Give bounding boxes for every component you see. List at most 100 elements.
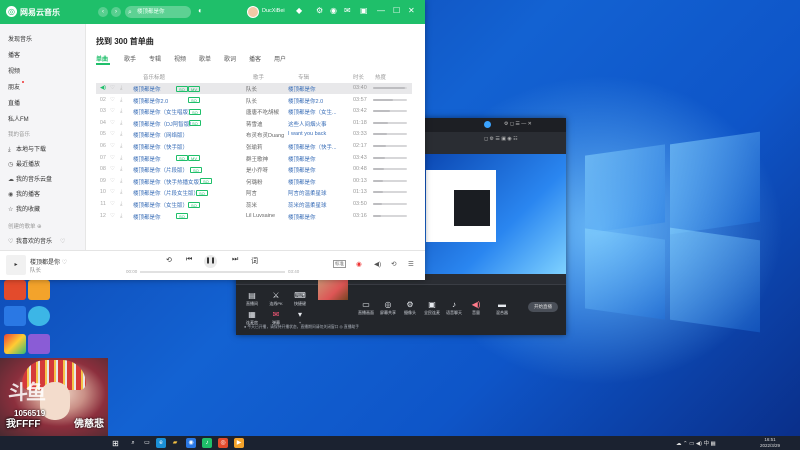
sidebar-item-local[interactable]: ⤓ 本地与下载 — [8, 144, 46, 154]
song-title[interactable]: 楼顶都是你（女生唱版） — [133, 108, 194, 116]
song-title[interactable]: 楼顶都是你2.0 — [133, 97, 168, 105]
quality-tag[interactable]: MV — [188, 85, 200, 92]
sidebar-item-friends[interactable]: 朋友 — [8, 82, 20, 91]
download-icon[interactable]: ⤓ — [120, 213, 122, 220]
tab-videos[interactable]: 视频 — [174, 54, 186, 63]
table-row[interactable]: 05 ♡ ⤓ 楼顶都是你（网络版） 布灵布灵Duang I want you back 03… — [96, 129, 412, 140]
download-icon[interactable]: ⤓ — [120, 178, 122, 185]
now-playing-title[interactable]: 楼顶都是你 ♡ — [30, 257, 67, 266]
mini-mode-icon[interactable]: ▣ — [360, 6, 368, 15]
close-icon[interactable]: ✕ — [408, 6, 415, 15]
go-live-button[interactable]: 开始直播 — [528, 302, 558, 312]
like-icon[interactable]: ♡ — [110, 85, 115, 91]
voice-chat-button[interactable]: ♪ 语音聊天 — [442, 300, 466, 316]
song-title[interactable]: 楼顶都是你（网络版） — [133, 131, 188, 139]
like-icon[interactable]: ♡ — [110, 97, 115, 103]
prev-icon[interactable]: ⏮ — [186, 256, 192, 264]
taskbar-stream-icon[interactable]: ▶ — [234, 438, 244, 448]
download-icon[interactable]: ⤓ — [120, 143, 122, 150]
table-row[interactable]: 03 ♡ ⤓ 楼顶都是你（女生唱版） SQ 唐唐不吃胡椒 楼顶都是你（女生... 03:42 — [96, 106, 412, 117]
tab-playlists[interactable]: 歌单 — [199, 54, 211, 63]
taskbar-search-icon[interactable]: ⌕ — [128, 438, 138, 448]
tab-users[interactable]: 用户 — [274, 54, 286, 63]
song-album[interactable]: 蕊米的温柔星球 — [288, 201, 327, 209]
desktop-shortcut-icon[interactable] — [4, 334, 26, 354]
desktop-shortcut-icon[interactable] — [28, 334, 50, 354]
song-artist[interactable]: 队长 — [246, 97, 257, 105]
like-icon[interactable]: ♡ — [110, 166, 115, 172]
table-row[interactable]: 04 ♡ ⤓ 楼顶都是你（DJ阿智版） SQ 蒋雪迪 这些人间烟火事 01:18 — [96, 118, 412, 129]
song-artist[interactable]: 蕊米 — [246, 201, 257, 209]
next-icon[interactable]: ⏭ — [232, 256, 238, 264]
desktop-shortcut-icon[interactable] — [28, 280, 50, 300]
scene-button[interactable]: ▭ 直播画面 — [354, 300, 378, 316]
col-title[interactable]: 音乐标题 — [143, 73, 165, 81]
download-icon[interactable]: ⤓ — [120, 120, 122, 127]
sidebar-item-my-podcast[interactable]: ◉ 我的播客 — [8, 189, 40, 198]
sidebar-item-fm[interactable]: 私人FM — [8, 114, 29, 123]
like-icon[interactable]: ♡ — [110, 178, 115, 184]
download-icon[interactable]: ⤓ — [120, 97, 122, 104]
download-icon[interactable]: ⤓ — [120, 85, 122, 92]
song-album[interactable]: 楼顶都是你 — [288, 166, 316, 174]
download-icon[interactable]: ⤓ — [120, 189, 122, 196]
pk-button[interactable]: ⚔ 连线PK — [264, 291, 288, 307]
tab-lyrics[interactable]: 歌词 — [224, 54, 236, 63]
screen-share-button[interactable]: ◎ 屏幕共享 — [376, 300, 400, 316]
song-album[interactable]: 楼顶都是你 — [288, 155, 316, 163]
song-album[interactable]: 楼顶都是你（快手... — [288, 143, 337, 151]
settings-icon[interactable]: ⚙ — [316, 6, 323, 15]
like-icon[interactable]: ♡ — [110, 131, 115, 137]
song-title[interactable]: 楼顶都是你 — [133, 85, 161, 93]
song-title[interactable]: 楼顶都是你（快手热播女版） — [133, 178, 205, 186]
download-icon[interactable]: ⤓ — [120, 201, 122, 208]
skin-icon[interactable]: ◉ — [330, 6, 337, 15]
maximize-icon[interactable]: ☐ — [393, 6, 400, 15]
mail-icon[interactable]: ✉ — [344, 6, 351, 15]
col-artist[interactable]: 歌手 — [253, 73, 264, 81]
search-input[interactable]: ⌕ 楼顶都是你 — [125, 6, 191, 18]
taskbar-folder-icon[interactable]: ▰ — [170, 438, 180, 448]
song-title[interactable]: 楼顶都是你（片段版） — [133, 166, 188, 174]
col-duration[interactable]: 时长 — [353, 73, 364, 81]
song-album[interactable]: 阿言的温柔星球 — [288, 189, 327, 197]
tab-songs[interactable]: 单曲 — [96, 54, 108, 63]
taskbar-app-icon[interactable]: ♪ — [202, 438, 212, 448]
quality-tag[interactable]: MV — [188, 155, 200, 162]
username[interactable]: DucXiBei — [262, 8, 285, 14]
sidebar-item-live[interactable]: 直播 — [8, 98, 20, 107]
progress-bar[interactable] — [140, 271, 285, 273]
song-artist[interactable]: 布灵布灵Duang — [246, 131, 284, 139]
download-icon[interactable]: ⤓ — [120, 108, 122, 115]
song-artist[interactable]: 队长 — [246, 85, 257, 93]
user-avatar[interactable] — [247, 6, 259, 18]
download-icon[interactable]: ⤓ — [120, 155, 122, 162]
song-artist[interactable]: 群王歌神 — [246, 155, 268, 163]
song-title[interactable]: 楼顶都是你（片段女生版） — [133, 189, 199, 197]
lyrics-icon[interactable]: 词 — [251, 256, 258, 266]
tab-artists[interactable]: 歌手 — [124, 54, 136, 63]
add-playlist-icon[interactable]: ⊕ — [37, 224, 42, 230]
like-icon[interactable]: ♡ — [110, 120, 115, 126]
sidebar-item-liked[interactable]: ♡ 我喜欢的音乐 ♡ — [8, 236, 65, 245]
taskbar-edge-icon[interactable]: e — [156, 438, 166, 448]
song-artist[interactable]: Lil Luvsaine — [246, 213, 275, 219]
song-artist[interactable]: 阿言 — [246, 189, 257, 197]
loop-icon[interactable]: ⟲ — [166, 256, 172, 264]
song-album[interactable]: 楼顶都是你2.0 — [288, 97, 323, 105]
song-album[interactable]: 这些人间烟火事 — [288, 120, 327, 128]
song-album[interactable]: I want you back — [288, 131, 326, 137]
table-row[interactable]: 02 ♡ ⤓ 楼顶都是你2.0 SQ 队长 楼顶都是你2.0 03:57 — [96, 95, 412, 106]
like-icon[interactable]: ♡ — [110, 143, 115, 149]
desktop-shortcut-icon[interactable] — [4, 306, 26, 326]
back-button[interactable]: ‹ — [98, 7, 108, 17]
volume-icon[interactable]: ◀) — [374, 260, 381, 268]
song-title[interactable]: 楼顶都是你 — [133, 155, 161, 163]
song-artist[interactable]: 张瑜莉 — [246, 143, 263, 151]
song-album[interactable]: 楼顶都是你（女生... — [288, 108, 337, 116]
like-icon[interactable]: ♡ — [110, 213, 115, 219]
col-heat[interactable]: 热度 — [375, 73, 386, 81]
download-icon[interactable]: ⤓ — [120, 166, 122, 173]
start-button-icon[interactable]: ⊞ — [112, 439, 119, 448]
sidebar-item-cloud[interactable]: ☁ 我的音乐云盘 — [8, 174, 52, 183]
